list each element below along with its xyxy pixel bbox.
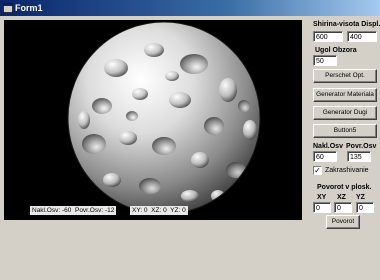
checkmark-icon: ✓ xyxy=(314,166,321,175)
light-rotation-input[interactable]: 135 xyxy=(347,151,371,162)
application-window: Form1 Nakl.Osv: -60 Povr.Osv: -12 XY: 0 … xyxy=(0,0,380,280)
light-angle-readout: Nakl.Osv: -60 Povr.Osv: -12 xyxy=(30,206,117,215)
light-tilt-input[interactable]: 60 xyxy=(313,151,337,162)
title-bar[interactable]: Form1 xyxy=(0,0,380,16)
window-title: Form1 xyxy=(15,3,43,13)
xz-label: XZ xyxy=(337,194,346,201)
xy-label: XY xyxy=(317,194,327,201)
button5[interactable]: Button5 xyxy=(313,124,377,138)
app-icon xyxy=(3,3,13,13)
display-height-input[interactable]: 400 xyxy=(347,31,377,42)
view-angle-input[interactable]: 50 xyxy=(313,55,337,66)
yz-rotation-input[interactable]: 0 xyxy=(356,202,374,213)
xy-rotation-input[interactable]: 0 xyxy=(313,202,331,213)
rotation-readout: XY: 0 XZ: 0 YZ: 0 xyxy=(130,206,188,215)
xz-rotation-input[interactable]: 0 xyxy=(334,202,352,213)
shading-checkbox[interactable]: ✓ xyxy=(313,166,322,175)
povorot-button[interactable]: Povorot xyxy=(326,215,360,229)
yz-label: YZ xyxy=(356,194,365,201)
display-size-label: Shirina-visota Displ. xyxy=(313,21,380,28)
shading-checkbox-label: Zakrashivanie xyxy=(325,167,369,174)
generator-dugi-button[interactable]: Generator Dugi xyxy=(313,106,377,120)
sphere-render xyxy=(67,21,261,215)
generator-materiala-button[interactable]: Generator Materiala xyxy=(313,88,377,102)
display-width-input[interactable]: 600 xyxy=(313,31,343,42)
perschet-button[interactable]: Perschet Opt. xyxy=(313,69,377,83)
render-viewport[interactable]: Nakl.Osv: -60 Povr.Osv: -12 XY: 0 XZ: 0 … xyxy=(4,20,302,220)
view-angle-label: Ugol Obzora xyxy=(315,47,357,54)
light-rotation-label: Povr.Osv xyxy=(346,143,377,150)
plane-rotation-label: Povorot v plosk. xyxy=(317,184,372,191)
light-tilt-label: Nakl.Osv xyxy=(313,143,343,150)
